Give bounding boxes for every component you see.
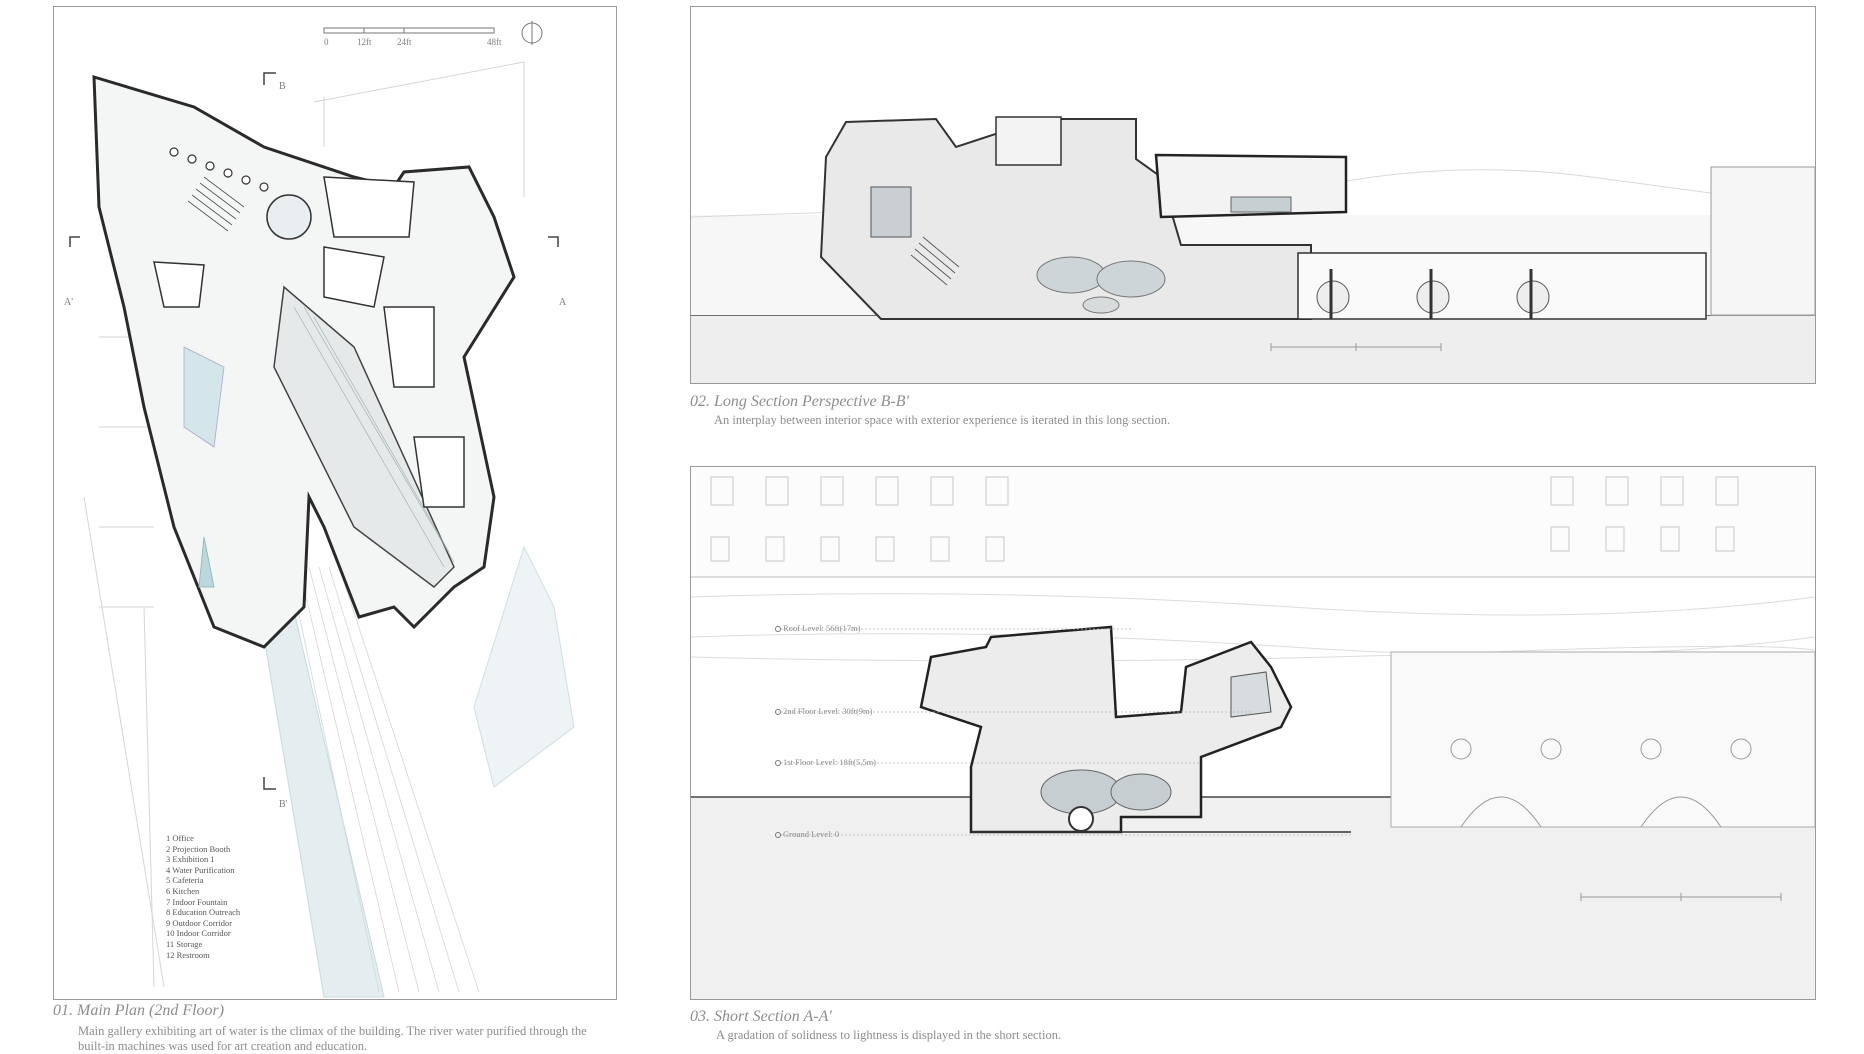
scale-label-12ft: 12ft xyxy=(357,37,372,47)
level-label-1st-floor: 1st Floor Level: 18ft(5.5m) xyxy=(783,757,877,767)
long-section-linework xyxy=(691,116,1815,383)
long-section-title: 02. Long Section Perspective B-B' xyxy=(690,393,909,410)
legend-item: 12 Restroom xyxy=(166,949,210,960)
level-marker xyxy=(775,709,781,715)
legend-item: 9 Outdoor Corridor xyxy=(166,917,233,928)
level-label-ground: Ground Level: 0 xyxy=(783,829,840,839)
long-section-description: An interplay between interior space with… xyxy=(714,413,1171,427)
scale-label-48ft: 48ft xyxy=(487,37,502,47)
level-marker xyxy=(775,760,781,766)
level-label-2nd-floor: 2nd Floor Level: 30ft(9m) xyxy=(783,706,873,716)
legend-item: 4 Water Purification xyxy=(166,864,235,875)
short-section-title: 03. Short Section A-A' xyxy=(690,1008,832,1025)
scale-label-24ft: 24ft xyxy=(397,37,412,47)
legend-item: 2 Projection Booth xyxy=(166,843,231,854)
short-section-drawing: Roof Level: 56ft(17m) 2nd Floor Level: 3… xyxy=(690,466,1816,1000)
legend-item: 5 Cafeteria xyxy=(166,875,204,886)
legend-item: 10 Indoor Corridor xyxy=(166,928,231,939)
legend-item: 11 Storage xyxy=(166,938,203,949)
long-section-drawing xyxy=(690,6,1816,384)
short-section-description: A gradation of solidness to lightness is… xyxy=(716,1028,1062,1042)
plan-description: Main gallery exhibiting art of water is … xyxy=(78,1024,587,1038)
plan-title: 01. Main Plan (2nd Floor) xyxy=(53,1002,225,1019)
section-marker-b-top: B xyxy=(279,81,286,92)
legend-item: 1 Office xyxy=(166,833,194,843)
section-marker-a-left: A' xyxy=(64,297,74,308)
level-label-roof: Roof Level: 56ft(17m) xyxy=(783,623,861,633)
plan-linework xyxy=(69,21,575,998)
legend-item: 8 Education Outreach xyxy=(166,907,241,918)
plan-description-line2: built-in machines was used for art creat… xyxy=(78,1039,368,1053)
legend-item: 3 Exhibition 1 xyxy=(166,854,215,865)
short-section-linework xyxy=(691,467,1815,999)
plan-legend: 1 Office 2 Projection Booth 3 Exhibition… xyxy=(166,833,240,960)
legend-item: 7 Indoor Fountain xyxy=(166,896,228,907)
main-plan-drawing: 0 12ft 24ft 48ft B B' A' A 1 Office 2 Pr… xyxy=(53,6,617,1000)
section-marker-a-right: A xyxy=(559,297,567,308)
section-marker-b-bottom: B' xyxy=(279,799,288,810)
legend-item: 6 Kitchen xyxy=(166,885,200,896)
level-marker xyxy=(775,832,781,838)
scale-label-0: 0 xyxy=(324,37,329,47)
level-marker xyxy=(775,626,781,632)
